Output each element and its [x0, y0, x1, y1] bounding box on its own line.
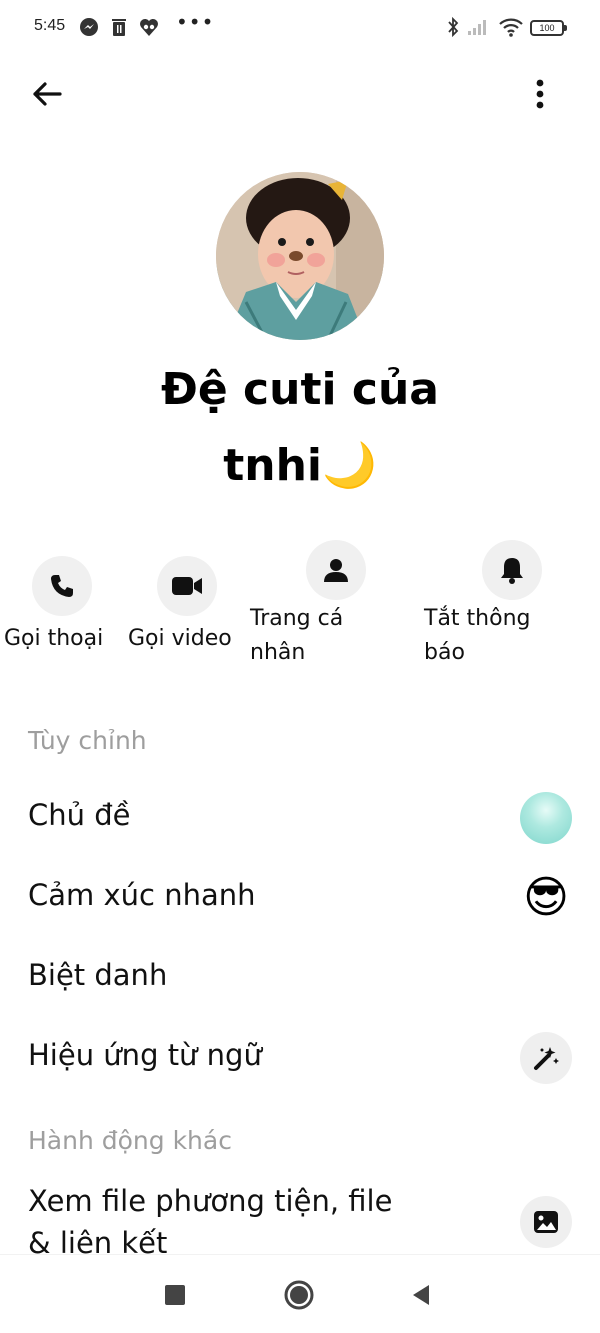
- quick-action-label-line1: Trang cá: [250, 606, 344, 631]
- more-notifications-icon: •••: [176, 10, 215, 34]
- profile-name-line2: tnhi🌙: [223, 440, 377, 491]
- trash-notification-icon: [108, 16, 130, 38]
- vertical-dots-icon: [536, 79, 544, 109]
- square-icon: [165, 1285, 185, 1305]
- video-icon: [172, 577, 202, 595]
- phone-icon-circle: [32, 556, 92, 616]
- row-label: Xem file phương tiện, file & liên kết: [28, 1180, 392, 1264]
- arrow-left-icon: [33, 82, 62, 106]
- quick-action-label-line2: báo: [424, 640, 465, 665]
- bluetooth-icon: [442, 16, 464, 38]
- row-label: Biệt danh: [28, 958, 168, 992]
- conversation-settings-screen: 5:45 ••• 100 Đệ cuti của tnhi🌙 Gọi thoại…: [0, 0, 600, 1333]
- theme-swatch: [520, 792, 572, 844]
- person-icon-circle: [306, 540, 366, 600]
- image-icon-circle: [520, 1196, 572, 1248]
- signal-icon: [466, 16, 488, 38]
- row-theme[interactable]: Chủ đề: [0, 778, 600, 858]
- messenger-notification-icon: [78, 16, 100, 38]
- quick-action-audio-call[interactable]: Gọi thoại: [4, 556, 103, 656]
- home-button[interactable]: [279, 1275, 319, 1315]
- row-nicknames[interactable]: Biệt danh: [0, 938, 600, 1018]
- quick-action-label: Gọi video: [128, 626, 232, 651]
- row-quick-reaction[interactable]: Cảm xúc nhanh 😎: [0, 858, 600, 938]
- system-navigation-bar: [0, 1254, 600, 1333]
- video-icon-circle: [157, 556, 217, 616]
- bell-icon-circle: [482, 540, 542, 600]
- quick-action-video-call[interactable]: Gọi video: [128, 556, 232, 656]
- row-label: Chủ đề: [28, 798, 131, 832]
- triangle-back-icon: [413, 1285, 429, 1305]
- magic-wand-icon-circle: [520, 1032, 572, 1084]
- row-word-effects[interactable]: Hiệu ứng từ ngữ: [0, 1018, 600, 1098]
- circle-icon: [284, 1280, 314, 1310]
- row-label: Cảm xúc nhanh: [28, 878, 256, 912]
- back-nav-button[interactable]: [401, 1275, 441, 1315]
- magic-wand-icon: [534, 1047, 559, 1070]
- heart-notification-icon: [138, 16, 160, 38]
- row-label-line1: Xem file phương tiện, file: [28, 1184, 393, 1218]
- quick-action-mute[interactable]: Tắt thông báo: [424, 540, 542, 670]
- image-icon: [534, 1211, 558, 1233]
- quick-action-label-line1: Tắt thông: [424, 606, 531, 631]
- quick-action-profile[interactable]: Trang cá nhân: [250, 540, 366, 670]
- battery-indicator: 100: [530, 20, 567, 36]
- profile-avatar[interactable]: [216, 172, 384, 340]
- phone-icon: [51, 575, 73, 597]
- wifi-icon: [498, 16, 523, 38]
- quick-action-label: Gọi thoại: [4, 626, 104, 651]
- profile-name-line1: Đệ cuti của: [161, 364, 439, 415]
- person-icon: [324, 559, 348, 582]
- row-view-media[interactable]: Xem file phương tiện, file & liên kết: [0, 1172, 600, 1262]
- section-header-customize: Tùy chỉnh: [28, 726, 147, 755]
- profile-name: Đệ cuti của tnhi🌙: [100, 352, 500, 504]
- more-options-button[interactable]: [520, 72, 560, 116]
- status-time: 5:45: [34, 17, 66, 34]
- sunglasses-emoji-icon: 😎: [523, 872, 569, 923]
- status-bar: 5:45 ••• 100: [0, 0, 600, 56]
- back-button[interactable]: [26, 74, 66, 114]
- quick-action-label-line2: nhân: [250, 640, 306, 665]
- row-label: Hiệu ứng từ ngữ: [28, 1038, 262, 1072]
- section-header-other-actions: Hành động khác: [28, 1126, 232, 1155]
- recents-button[interactable]: [155, 1275, 195, 1315]
- bell-icon: [501, 558, 523, 584]
